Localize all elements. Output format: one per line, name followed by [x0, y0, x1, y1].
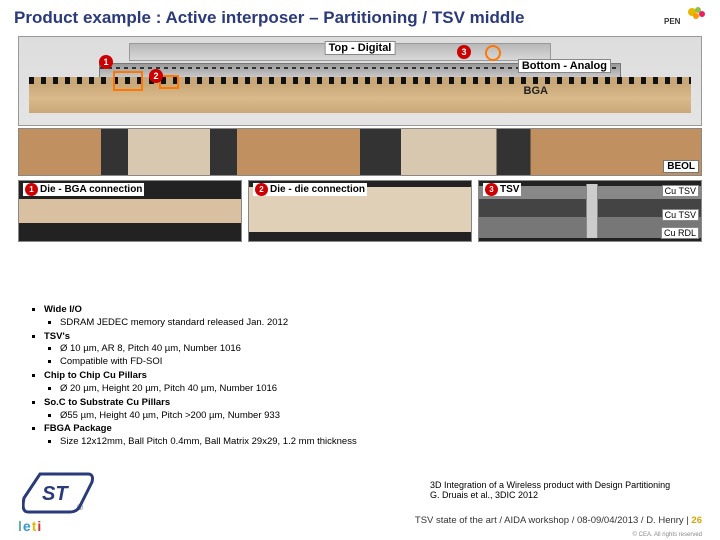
beol-figure: BEOL	[18, 128, 702, 176]
bullet-fbga-sub: Size 12x12mm, Ball Pitch 0.4mm, Ball Mat…	[60, 436, 484, 449]
project-logo: PEN	[664, 4, 712, 26]
bga-label: BGA	[521, 85, 551, 97]
callout-3-icon: 3	[457, 45, 471, 59]
slide-title: Product example : Active interposer – Pa…	[0, 0, 720, 32]
bullet-fbga: FBGA Package Size 12x12mm, Ball Pitch 0.…	[44, 423, 484, 449]
callout-2-icon: 2	[149, 69, 163, 83]
bullet-c2c: Chip to Chip Cu Pillars Ø 20 µm, Height …	[44, 370, 484, 396]
beol-label: BEOL	[663, 160, 699, 173]
cu-rdl-label: Cu RDL	[661, 227, 699, 239]
panel-c-caption: 3TSV	[483, 183, 521, 196]
marker-3	[485, 45, 501, 61]
detail-panels-row: 1Die - BGA connection 2Die - die connect…	[18, 180, 702, 242]
marker-1	[113, 71, 143, 91]
bullet-wideio-sub: SDRAM JEDEC memory standard released Jan…	[60, 317, 484, 330]
footer-text: TSV state of the art / AIDA workshop / 0…	[415, 515, 684, 526]
callout-1-icon: 1	[99, 55, 113, 69]
svg-text:®: ®	[77, 503, 83, 512]
page-number: 26	[691, 515, 702, 526]
bullet-tsv-sub1: Ø 10 µm, AR 8, Pitch 40 µm, Number 1016	[60, 343, 484, 356]
svg-text:PEN: PEN	[664, 17, 681, 26]
panel-a-caption: 1Die - BGA connection	[23, 183, 144, 196]
bullet-soc-sub: Ø55 µm, Height 40 µm, Pitch >200 µm, Num…	[60, 410, 484, 423]
citation: 3D Integration of a Wireless product wit…	[430, 480, 690, 500]
cross-section-figure: Top - Digital Bottom - Analog BGA 1 2 3	[18, 36, 702, 126]
leti-logo: leti	[18, 518, 42, 534]
bullet-soc: So.C to Substrate Cu Pillars Ø55 µm, Hei…	[44, 397, 484, 423]
copyright: © CEA. All rights reserved	[633, 532, 702, 538]
svg-text:ST: ST	[42, 483, 69, 505]
bullet-tsv-sub2: Compatible with FD-SOI	[60, 356, 484, 369]
spec-bullets: Wide I/O SDRAM JEDEC memory standard rel…	[44, 304, 484, 450]
st-logo: ST ®	[22, 468, 94, 514]
panel-b-caption: 2Die - die connection	[253, 183, 367, 196]
panel-tsv: 3TSV Cu TSV Cu TSV Cu RDL	[478, 180, 702, 242]
bottom-label: Bottom - Analog	[518, 59, 611, 73]
citation-line1: 3D Integration of a Wireless product wit…	[430, 480, 690, 490]
top-label: Top - Digital	[325, 41, 396, 55]
panel-die-die: 2Die - die connection	[248, 180, 472, 242]
bullet-c2c-sub: Ø 20 µm, Height 20 µm, Pitch 40 µm, Numb…	[60, 383, 484, 396]
bullet-wideio: Wide I/O SDRAM JEDEC memory standard rel…	[44, 304, 484, 330]
cu-tsv-label: Cu TSV	[662, 185, 699, 197]
citation-line2: G. Druais et al., 3DIC 2012	[430, 490, 690, 500]
bullet-tsv: TSV's Ø 10 µm, AR 8, Pitch 40 µm, Number…	[44, 331, 484, 369]
footer: TSV state of the art / AIDA workshop / 0…	[415, 515, 702, 526]
cu-tsv-label-2: Cu TSV	[662, 209, 699, 221]
panel-die-bga: 1Die - BGA connection	[18, 180, 242, 242]
